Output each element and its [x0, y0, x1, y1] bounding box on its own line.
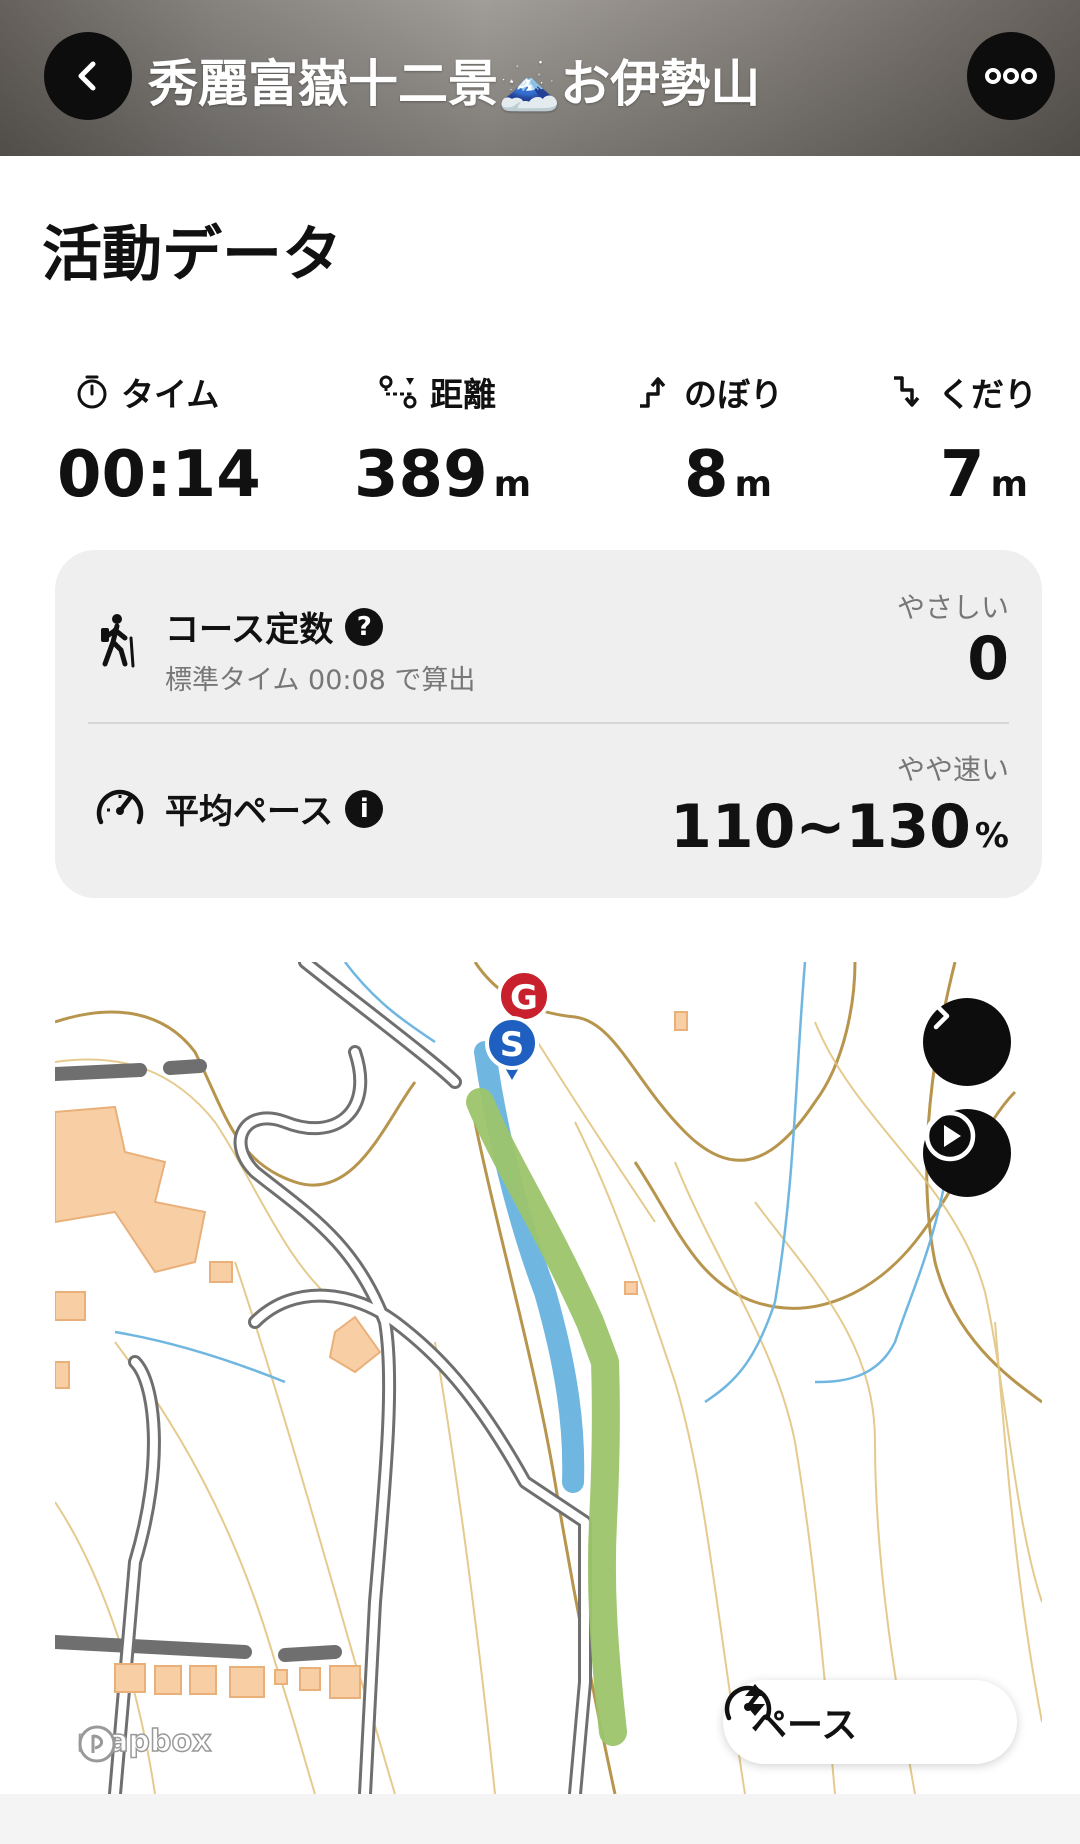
stat-ascent: のぼり 8m	[636, 368, 783, 512]
play-icon	[924, 1110, 976, 1162]
map-canvas: G S	[55, 962, 1042, 1794]
play-button[interactable]	[923, 1109, 1011, 1197]
goal-marker-label: G	[510, 978, 538, 1018]
course-value: 0	[967, 624, 1009, 694]
stat-value: 00:14	[57, 438, 261, 512]
stat-time: タイム 00:14	[57, 368, 261, 512]
course-constant-title: コース定数 ?	[165, 602, 384, 651]
start-marker-label: S	[500, 1025, 525, 1065]
mapbox-attribution[interactable]: mapbox	[76, 1723, 212, 1763]
sort-arrows-icon	[745, 1684, 765, 1716]
stat-distance: 距離 389 m	[354, 368, 531, 512]
back-button[interactable]	[44, 32, 132, 120]
header: 秀麗富嶽十二景🗻お伊勢山	[0, 0, 1080, 156]
bottom-bar	[0, 1794, 1080, 1844]
speedometer-icon	[96, 789, 144, 825]
summary-card: コース定数 ? 標準タイム 00:08 で算出 やさしい 0 平均ペース i や…	[55, 550, 1042, 898]
stat-value: 8m	[684, 438, 773, 512]
stat-label: くだり	[938, 375, 1037, 414]
ascent-icon	[640, 377, 666, 408]
course-level: やさしい	[896, 591, 1009, 624]
chevron-left-icon	[78, 61, 96, 91]
course-constant-sub: 標準タイム 00:08 で算出	[165, 665, 476, 696]
more-icon	[985, 68, 1037, 84]
next-button[interactable]	[923, 998, 1011, 1086]
chevron-right-icon	[933, 1002, 950, 1030]
stat-value: 389 m	[354, 438, 532, 512]
descent-icon	[894, 376, 920, 407]
hiker-icon	[101, 614, 135, 668]
stat-value: 7m	[940, 438, 1029, 512]
stat-label: のぼり	[684, 375, 783, 414]
stat-label: タイム	[121, 375, 220, 414]
route-icon	[379, 375, 417, 409]
route-map[interactable]: G S ペース mapbox	[55, 962, 1042, 1794]
question-icon[interactable]: ?	[345, 607, 384, 646]
course-constant-row[interactable]: コース定数 ? 標準タイム 00:08 で算出 やさしい 0	[55, 550, 1042, 722]
info-icon[interactable]: i	[345, 789, 384, 828]
stat-label: 距離	[430, 375, 496, 414]
stopwatch-icon	[77, 375, 107, 409]
pace-value: 110~130%	[670, 792, 1009, 862]
goal-marker[interactable]: G	[497, 969, 551, 1023]
pace-toggle[interactable]: ペース	[723, 1680, 1017, 1764]
mapbox-logo-icon	[78, 1725, 116, 1763]
section-title: 活動データ	[42, 220, 342, 290]
more-button[interactable]	[967, 32, 1055, 120]
average-pace-row[interactable]: 平均ペース i やや速い 110~130%	[55, 724, 1042, 898]
stat-descent: くだり 7m	[890, 368, 1037, 512]
average-pace-title: 平均ペース i	[165, 784, 384, 833]
pace-level: やや速い	[896, 753, 1009, 786]
page-title: 秀麗富嶽十二景🗻お伊勢山	[148, 55, 761, 113]
